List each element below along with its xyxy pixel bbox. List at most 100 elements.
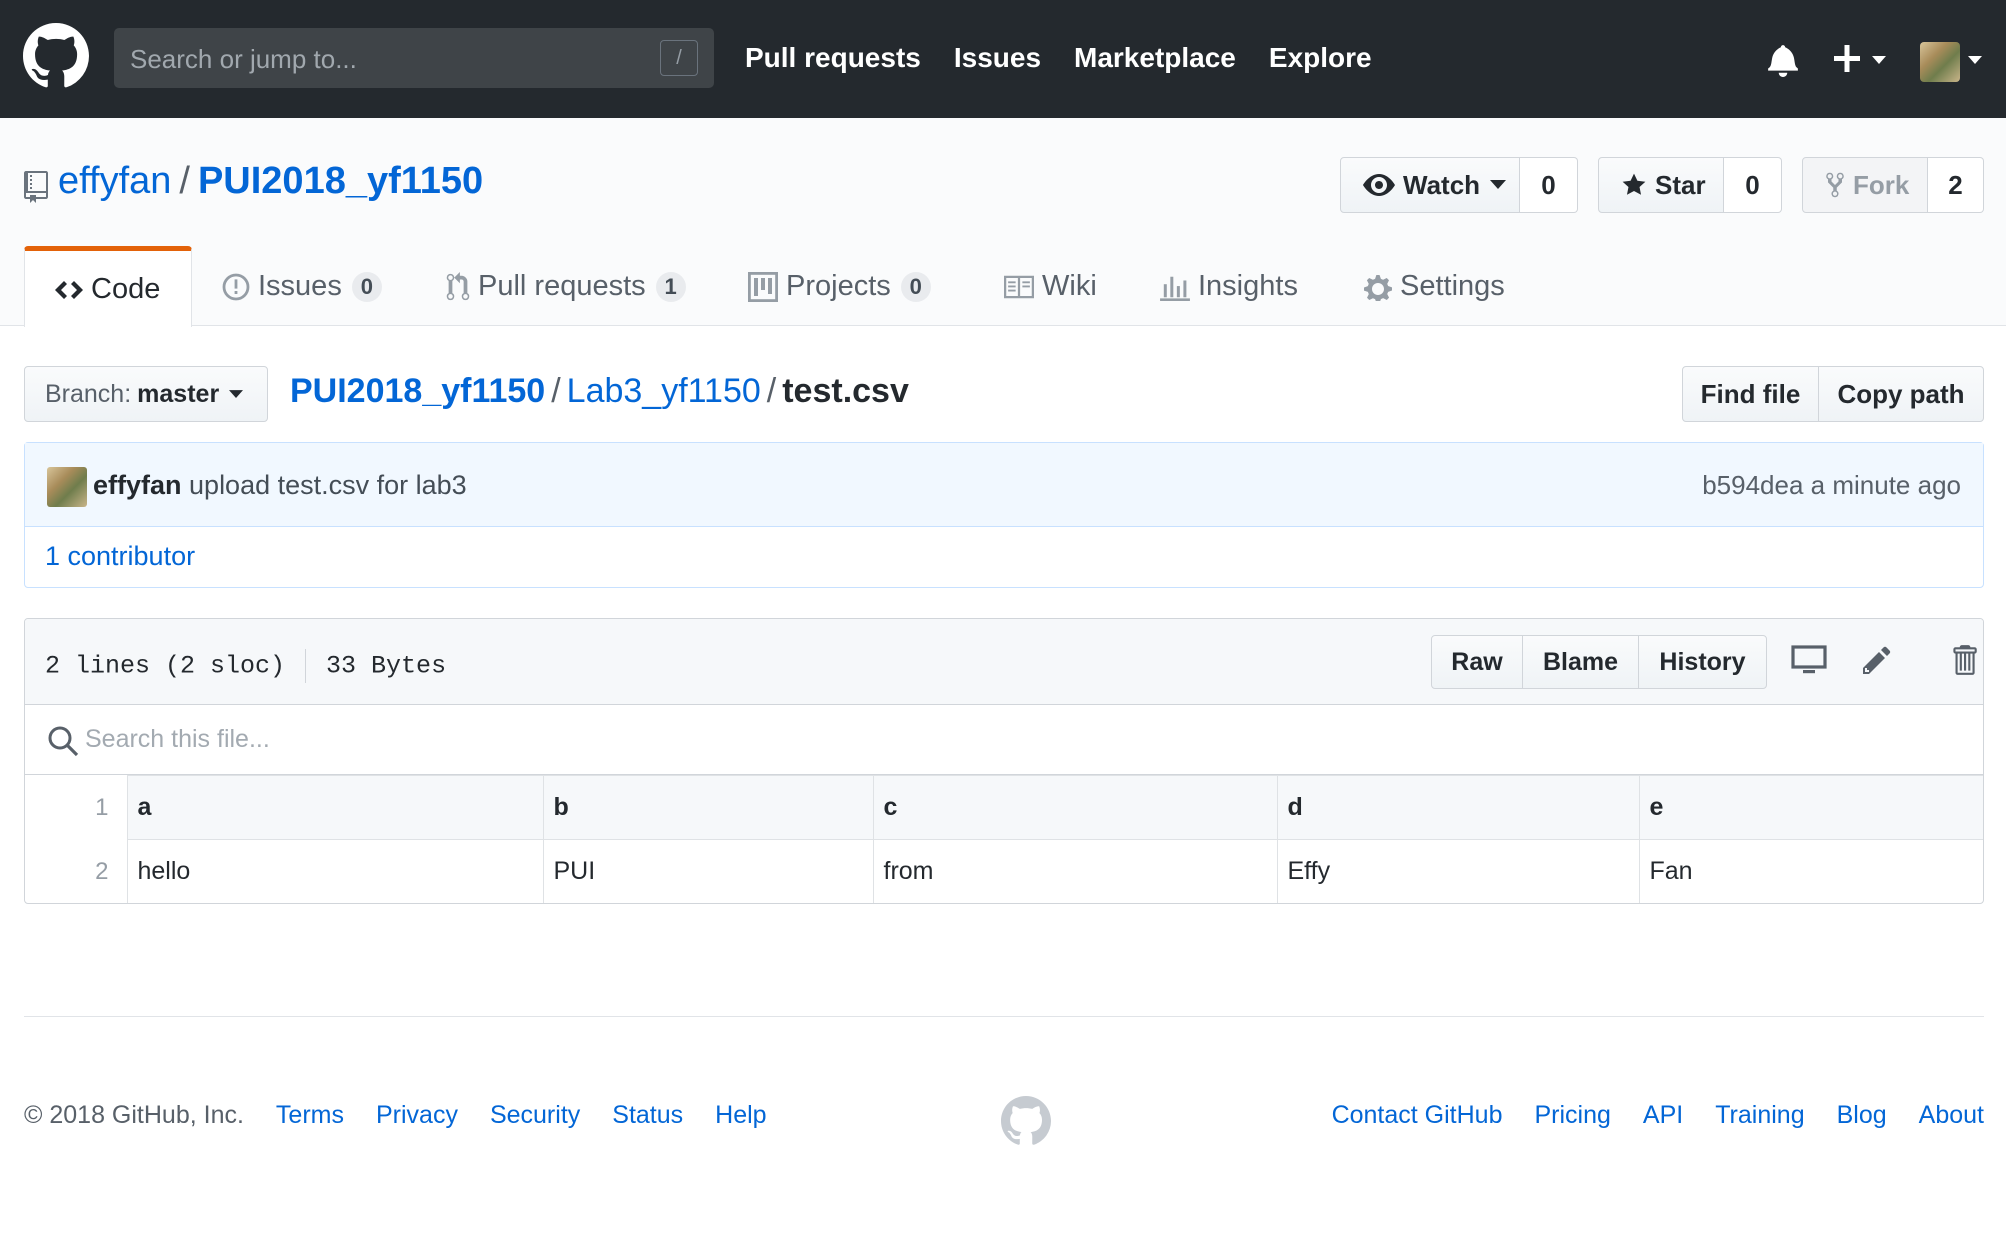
tab-code[interactable]: Code xyxy=(24,246,192,327)
gear-icon xyxy=(1364,274,1392,301)
footer-link-about[interactable]: About xyxy=(1919,1101,1984,1130)
table-header-cell: d xyxy=(1276,775,1640,840)
footer-link-pricing[interactable]: Pricing xyxy=(1534,1101,1610,1130)
file-info: 2 lines (2 sloc) 33 Bytes xyxy=(45,649,446,683)
history-button[interactable]: History xyxy=(1638,636,1766,688)
global-nav: Pull requests Issues Marketplace Explore xyxy=(745,42,1372,74)
footer-link-status[interactable]: Status xyxy=(612,1101,683,1130)
github-logo-icon[interactable] xyxy=(23,23,89,89)
contributors-link[interactable]: 1 contributor xyxy=(45,541,195,572)
line-number[interactable]: 2 xyxy=(25,839,128,903)
global-search-input[interactable]: Search or jump to... / xyxy=(114,28,714,88)
repo-owner-link[interactable]: effyfan xyxy=(58,160,171,202)
graph-icon xyxy=(1160,276,1190,301)
projects-counter: 0 xyxy=(900,271,931,302)
footer-link-blog[interactable]: Blog xyxy=(1837,1101,1887,1130)
project-icon xyxy=(748,271,778,302)
commit-meta: b594dea a minute ago xyxy=(1702,470,1961,501)
tab-projects[interactable]: Projects 0 xyxy=(748,246,931,327)
tab-insights-label: Insights xyxy=(1198,270,1298,302)
breadcrumb-separator: / xyxy=(551,372,561,410)
star-icon xyxy=(1622,173,1646,195)
tab-insights[interactable]: Insights xyxy=(1160,246,1298,327)
footer-link-security[interactable]: Security xyxy=(490,1101,580,1130)
watch-button[interactable]: Watch xyxy=(1340,157,1520,213)
branch-select-button[interactable]: Branch: master xyxy=(24,366,268,422)
table-row: 1 a b c d e xyxy=(25,775,1983,840)
table-header-cell: b xyxy=(542,775,874,840)
star-count[interactable]: 0 xyxy=(1724,157,1782,213)
bell-icon[interactable] xyxy=(1768,43,1798,77)
chevron-down-icon[interactable] xyxy=(1968,56,1982,64)
fork-button[interactable]: Fork xyxy=(1802,157,1928,213)
commit-message: effyfan upload test.csv for lab3 xyxy=(93,470,467,501)
tab-settings[interactable]: Settings xyxy=(1364,246,1505,327)
file-info-divider xyxy=(305,649,307,683)
search-icon xyxy=(48,726,79,757)
fork-count[interactable]: 2 xyxy=(1928,157,1984,213)
breadcrumb-repo-link[interactable]: PUI2018_yf1150 xyxy=(290,372,545,410)
footer-link-terms[interactable]: Terms xyxy=(276,1101,344,1130)
nav-pull-requests[interactable]: Pull requests xyxy=(745,42,921,74)
chevron-down-icon xyxy=(1490,180,1507,189)
pencil-icon[interactable] xyxy=(1863,644,1895,676)
tab-issues[interactable]: Issues 0 xyxy=(222,246,382,327)
file-line-count: 2 lines (2 sloc) xyxy=(45,651,286,681)
breadcrumb-folder-link[interactable]: Lab3_yf1150 xyxy=(567,372,761,410)
copy-path-button[interactable]: Copy path xyxy=(1818,366,1984,422)
commit-sha[interactable]: b594dea xyxy=(1702,470,1803,500)
footer-link-api[interactable]: API xyxy=(1643,1101,1683,1130)
raw-button[interactable]: Raw xyxy=(1432,636,1522,688)
footer-link-contact[interactable]: Contact GitHub xyxy=(1332,1101,1503,1130)
create-new-plus-icon[interactable] xyxy=(1832,41,1888,77)
repo-tabs: Code Issues 0 Pull requests 1 Projects 0… xyxy=(0,246,2006,327)
commit-author[interactable]: effyfan xyxy=(93,470,182,500)
file-actions-group: Raw Blame History xyxy=(1431,635,1767,689)
watch-label: Watch xyxy=(1403,169,1481,200)
latest-commit-box: effyfan upload test.csv for lab3 b594dea… xyxy=(24,442,1984,588)
file-search-bar xyxy=(25,705,1983,775)
file-breadcrumb: PUI2018_yf1150/Lab3_yf1150/test.csv xyxy=(290,372,909,411)
tab-wiki[interactable]: Wiki xyxy=(1004,246,1097,327)
tab-pull-requests-label: Pull requests xyxy=(478,270,646,302)
footer-divider xyxy=(24,1016,1984,1017)
global-header: Search or jump to... / Pull requests Iss… xyxy=(0,0,2006,118)
nav-explore[interactable]: Explore xyxy=(1269,42,1372,74)
blame-button[interactable]: Blame xyxy=(1522,636,1638,688)
trash-icon[interactable] xyxy=(1951,643,1977,677)
commit-author-avatar[interactable] xyxy=(47,467,87,507)
file-search-input[interactable] xyxy=(85,719,1285,759)
issue-icon xyxy=(222,273,250,300)
table-cell: PUI xyxy=(542,839,874,903)
repo-name-link[interactable]: PUI2018_yf1150 xyxy=(198,160,483,202)
star-label: Star xyxy=(1655,169,1706,200)
tab-projects-label: Projects xyxy=(786,270,891,302)
pull-request-icon xyxy=(446,271,470,300)
nav-marketplace[interactable]: Marketplace xyxy=(1074,42,1236,74)
table-row: 2 hello PUI from Effy Fan xyxy=(25,839,1983,903)
repo-title-separator: / xyxy=(179,160,190,202)
star-button[interactable]: Star xyxy=(1598,157,1724,213)
branch-name: master xyxy=(137,379,220,408)
github-mark-icon[interactable] xyxy=(1001,1096,1051,1146)
footer-link-training[interactable]: Training xyxy=(1715,1101,1804,1130)
tab-pull-requests[interactable]: Pull requests 1 xyxy=(446,246,686,327)
table-header-cell: c xyxy=(872,775,1278,840)
table-header-cell: a xyxy=(126,775,544,840)
table-cell: Fan xyxy=(1638,839,1983,903)
commit-tease: effyfan upload test.csv for lab3 b594dea… xyxy=(25,443,1983,527)
file-header: 2 lines (2 sloc) 33 Bytes Raw Blame Histo… xyxy=(25,619,1983,705)
line-number[interactable]: 1 xyxy=(25,775,128,840)
find-file-button[interactable]: Find file xyxy=(1682,366,1819,422)
table-cell: Effy xyxy=(1276,839,1640,903)
footer-link-privacy[interactable]: Privacy xyxy=(376,1101,458,1130)
table-cell: hello xyxy=(126,839,544,903)
commit-message-text[interactable]: upload test.csv for lab3 xyxy=(189,470,467,500)
watch-count[interactable]: 0 xyxy=(1520,157,1578,213)
tab-settings-label: Settings xyxy=(1400,270,1505,302)
nav-issues[interactable]: Issues xyxy=(954,42,1041,74)
user-avatar[interactable] xyxy=(1920,42,1960,82)
desktop-icon[interactable] xyxy=(1791,645,1827,675)
commit-time: a minute ago xyxy=(1810,470,1961,500)
footer-link-help[interactable]: Help xyxy=(715,1101,766,1130)
